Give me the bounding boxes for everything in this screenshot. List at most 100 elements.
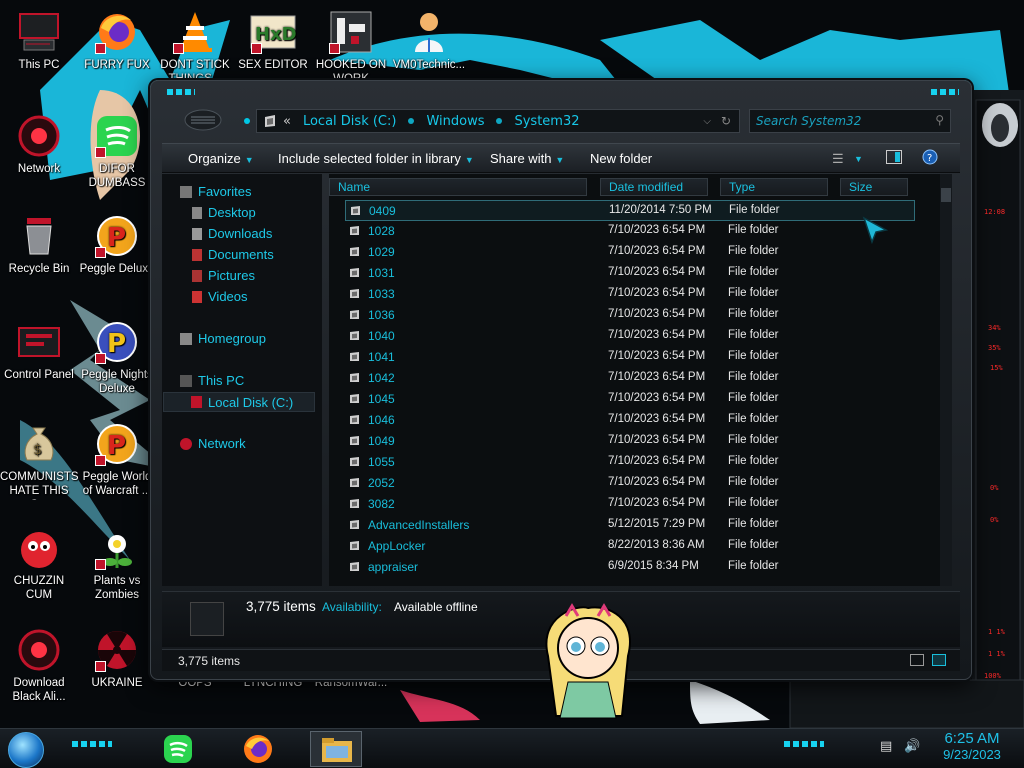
back-forward-orb-icon[interactable] <box>183 107 223 133</box>
nav-label: Pictures <box>208 268 255 283</box>
desktop-icon-recycle-bin[interactable]: Recycle Bin <box>0 212 78 276</box>
desktop-icon-label: Network <box>17 163 61 175</box>
file-name: 1055 <box>368 455 395 469</box>
file-type: File folder <box>728 455 779 467</box>
chevron-down-icon: ▼ <box>464 155 474 165</box>
network-tray-icon[interactable]: ▤ <box>880 739 892 754</box>
column-header-date[interactable]: Date modified <box>600 178 708 196</box>
table-row[interactable]: AppLocker 8/22/2013 8:36 AM File folder <box>329 536 943 557</box>
table-row[interactable]: 1055 7/10/2023 6:54 PM File folder <box>329 452 943 473</box>
table-row[interactable]: AdvancedInstallers 5/12/2015 7:29 PM File … <box>329 515 943 536</box>
shortcut-badge-icon <box>95 661 106 672</box>
chuzzle-icon <box>15 524 63 572</box>
nav-favorites[interactable]: Favorites <box>180 184 251 199</box>
nav-desktop[interactable]: Desktop <box>192 205 256 220</box>
taskbar-clock[interactable]: 6:25 AM 9/23/2023 <box>930 729 1014 762</box>
nav-videos[interactable]: Videos <box>192 289 248 304</box>
breadcrumb-system32[interactable]: System32 <box>514 114 579 129</box>
table-row[interactable]: 1045 7/10/2023 6:54 PM File folder <box>329 389 943 410</box>
nav-label: Desktop <box>208 205 256 220</box>
table-row[interactable]: 1042 7/10/2023 6:54 PM File folder <box>329 368 943 389</box>
volume-tray-icon[interactable]: 🔊 <box>904 739 920 754</box>
search-icon[interactable]: ⚲ <box>935 113 944 127</box>
address-bar[interactable]: « Local Disk (C:) Windows System32 ⌵ ↻ <box>256 109 740 133</box>
help-icon[interactable]: ? <box>922 149 938 168</box>
nav-documents[interactable]: Documents <box>192 247 274 262</box>
table-row[interactable]: 3082 7/10/2023 6:54 PM File folder <box>329 494 943 515</box>
column-header-name[interactable]: Name <box>329 178 587 196</box>
taskbar-decoration <box>72 741 112 747</box>
table-row[interactable]: 1029 7/10/2023 6:54 PM File folder <box>329 242 943 263</box>
desktop-icon-download-black[interactable]: Download Black Ali... <box>0 626 78 704</box>
table-row[interactable]: 1046 7/10/2023 6:54 PM File folder <box>329 410 943 431</box>
nav-pictures[interactable]: Pictures <box>192 268 255 283</box>
organize-button[interactable]: Organize ▼ <box>188 151 254 166</box>
preview-pane-icon[interactable] <box>886 150 902 167</box>
desktop-icon-difor[interactable]: DIFOR DUMBASS <box>78 112 156 190</box>
desktop-icon-dont-stick[interactable]: DONT STICK THINGS... <box>156 8 234 86</box>
search-input[interactable]: Search System32 ⚲ <box>749 109 951 133</box>
vertical-scrollbar[interactable] <box>940 174 952 586</box>
taskbar-firefox-icon[interactable] <box>242 733 274 765</box>
desktop-icon-plants-vs-zombies[interactable]: Plants vs Zombies <box>78 524 156 602</box>
view-options-icon[interactable]: ☰ <box>832 151 844 167</box>
details-view-icon[interactable] <box>910 654 924 666</box>
folder-icon <box>349 561 360 572</box>
nav-homegroup[interactable]: Homegroup <box>180 331 266 346</box>
desktop-icon-network[interactable]: Network <box>0 112 78 176</box>
table-row[interactable]: 1028 7/10/2023 6:54 PM File folder <box>329 221 943 242</box>
view-dropdown-icon[interactable]: ▼ <box>854 154 863 164</box>
nav-local-disk[interactable]: Local Disk (C:) <box>163 392 315 412</box>
desktop-icon-communists[interactable]: $ COMMUNISTS HATE THIS G... <box>0 420 78 500</box>
breadcrumb-separator-icon[interactable] <box>408 118 415 124</box>
breadcrumb-windows[interactable]: Windows <box>426 114 484 129</box>
column-header-size[interactable]: Size <box>840 178 908 196</box>
desktop-icon-sex-editor[interactable]: HxD SEX EDITOR <box>234 8 312 72</box>
desktop-icon-this-pc[interactable]: This PC <box>0 8 78 72</box>
include-in-library-button[interactable]: Include selected folder in library ▼ <box>278 151 474 166</box>
table-row[interactable]: 1033 7/10/2023 6:54 PM File folder <box>329 284 943 305</box>
new-folder-button[interactable]: New folder <box>590 151 652 166</box>
table-row[interactable]: 2052 7/10/2023 6:54 PM File folder <box>329 473 943 494</box>
availability-label: Availability: <box>322 600 382 614</box>
table-row[interactable]: 0409 11/20/2014 7:50 PM File folder <box>345 200 915 221</box>
desktop-icon-peggle-wow[interactable]: P Peggle World of Warcraft ... <box>78 420 156 498</box>
refresh-icon[interactable]: ↻ <box>721 114 731 128</box>
desktop-icon-peggle-nights[interactable]: P Peggle Nights Deluxe <box>78 318 156 396</box>
start-orb-button[interactable] <box>8 732 44 768</box>
table-row[interactable]: appraiser 6/9/2015 8:34 PM File folder <box>329 557 943 578</box>
nav-downloads[interactable]: Downloads <box>192 226 272 241</box>
scrollbar-thumb[interactable] <box>941 188 951 202</box>
address-dropdown-icon[interactable]: ⌵ <box>703 116 711 127</box>
nav-network[interactable]: Network <box>180 436 246 451</box>
large-icons-view-icon[interactable] <box>932 654 946 666</box>
shortcut-badge-icon <box>95 559 106 570</box>
network-icon <box>180 437 192 450</box>
table-row[interactable]: 1036 7/10/2023 6:54 PM File folder <box>329 305 943 326</box>
taskbar-spotify-icon[interactable] <box>162 733 194 765</box>
table-row[interactable]: 1049 7/10/2023 6:54 PM File folder <box>329 431 943 452</box>
svg-text:?: ? <box>927 153 932 164</box>
share-with-button[interactable]: Share with ▼ <box>490 151 564 166</box>
breadcrumb-separator-icon[interactable] <box>496 118 503 124</box>
downloads-icon <box>192 227 202 240</box>
desktop-icon-furry-fux[interactable]: FURRY FUX <box>78 8 156 72</box>
file-name: 1029 <box>368 245 395 259</box>
nav-this-pc[interactable]: This PC <box>180 373 244 388</box>
file-name: 1042 <box>368 371 395 385</box>
breadcrumb-local-disk[interactable]: Local Disk (C:) <box>303 114 396 129</box>
desktop-icon-hooked-on[interactable]: HOOKED ON WORK <box>312 8 390 86</box>
folder-icon <box>349 309 360 320</box>
desktop-icon-peggle-deluxe[interactable]: P Peggle Deluxe <box>78 212 156 276</box>
breadcrumb-overflow[interactable]: « <box>283 114 291 129</box>
desktop-icon-control-panel[interactable]: Control Panel <box>0 318 78 382</box>
chevron-down-icon: ▼ <box>244 155 254 165</box>
desktop-icon-ukraine[interactable]: UKRAINE <box>78 626 156 690</box>
desktop-icon-chuzzin[interactable]: CHUZZIN CUM <box>0 524 78 602</box>
table-row[interactable]: 1040 7/10/2023 6:54 PM File folder <box>329 326 943 347</box>
taskbar-explorer-button[interactable] <box>310 731 362 767</box>
column-header-type[interactable]: Type <box>720 178 828 196</box>
table-row[interactable]: 1041 7/10/2023 6:54 PM File folder <box>329 347 943 368</box>
desktop-icon-vm0technic[interactable]: VM0Technic... <box>390 8 468 72</box>
table-row[interactable]: 1031 7/10/2023 6:54 PM File folder <box>329 263 943 284</box>
